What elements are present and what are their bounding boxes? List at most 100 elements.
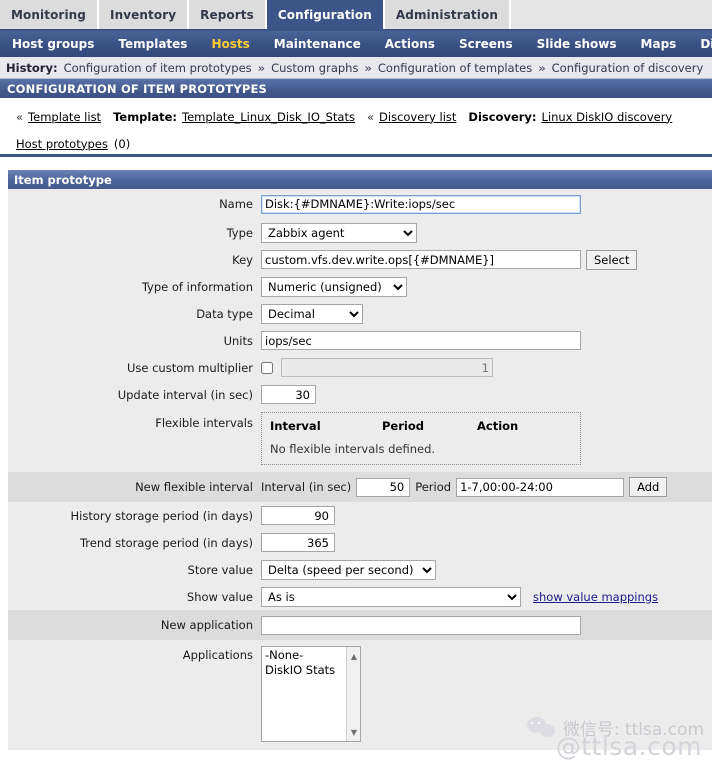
- scroll-down-arrow-icon[interactable]: ▼: [347, 725, 360, 739]
- form-row-flexible-intervals: Flexible intervals Interval Period Actio…: [8, 408, 712, 472]
- secondary-navigation: Host groups Templates Hosts Maintenance …: [0, 31, 712, 57]
- applications-label: Applications: [182, 648, 253, 662]
- history-separator: »: [257, 60, 266, 75]
- form-row-show-value: Show value As is show value mappings: [8, 583, 712, 610]
- flexible-intervals-header: Interval Period Action: [270, 419, 572, 433]
- subnav-item-screens[interactable]: Screens: [447, 37, 525, 51]
- update-interval-label: Update interval (in sec): [117, 387, 253, 402]
- form-row-new-application: New application: [8, 610, 712, 640]
- breadcrumb: History: Configuration of item prototype…: [0, 57, 712, 79]
- applications-option-diskio-stats[interactable]: DiskIO Stats: [265, 663, 335, 677]
- subnav-item-discovery[interactable]: Discove: [688, 37, 712, 51]
- form-row-update-interval: Update interval (in sec): [8, 381, 712, 408]
- topnav-item-administration[interactable]: Administration: [384, 0, 511, 29]
- new-application-label: New application: [160, 618, 253, 632]
- host-prototypes-count: (0): [113, 136, 131, 151]
- type-of-information-select[interactable]: Numeric (unsigned): [261, 276, 407, 297]
- store-value-select[interactable]: Delta (speed per second): [261, 559, 436, 580]
- flexible-intervals-col-period: Period: [382, 419, 424, 433]
- store-value-label: Store value: [187, 562, 253, 577]
- show-value-select[interactable]: As is: [261, 586, 521, 607]
- custom-multiplier-label: Use custom multiplier: [126, 360, 253, 375]
- type-select[interactable]: Zabbix agent: [261, 222, 417, 243]
- update-interval-input[interactable]: [261, 385, 316, 404]
- topnav-item-configuration[interactable]: Configuration: [266, 0, 385, 29]
- flexible-intervals-empty-text: No flexible intervals defined.: [270, 442, 436, 456]
- form-row-applications: Applications -None- DiskIO Stats ▲ ▼: [8, 640, 712, 750]
- flexible-intervals-label: Flexible intervals: [155, 416, 253, 430]
- key-input[interactable]: [261, 250, 581, 269]
- history-separator: »: [364, 60, 372, 75]
- history-crumb-templates[interactable]: Configuration of templates: [378, 61, 532, 75]
- form-row-name: Name: [8, 189, 712, 219]
- history-storage-input[interactable]: [261, 506, 335, 525]
- discovery-label: Discovery:: [468, 109, 537, 124]
- template-name-link[interactable]: Template_Linux_Disk_IO_Stats: [182, 110, 355, 124]
- flexible-intervals-col-interval: Interval: [270, 419, 321, 433]
- data-type-select[interactable]: Decimal: [261, 303, 363, 324]
- custom-multiplier-checkbox[interactable]: [261, 361, 273, 374]
- topnav-item-monitoring[interactable]: Monitoring: [0, 0, 99, 29]
- item-prototype-panel-title: Item prototype: [8, 170, 712, 189]
- show-value-mappings-link[interactable]: show value mappings: [533, 590, 658, 604]
- subnav-item-templates[interactable]: Templates: [106, 37, 199, 51]
- discovery-name-link[interactable]: Linux DiskIO discovery: [542, 110, 673, 124]
- name-input[interactable]: [261, 194, 581, 214]
- form-row-history-storage: History storage period (in days): [8, 502, 712, 529]
- trend-storage-label: Trend storage period (in days): [79, 535, 253, 550]
- host-prototypes-link[interactable]: Host prototypes: [16, 137, 108, 151]
- template-context-row-1: « Template list Template: Template_Linux…: [0, 103, 712, 130]
- subnav-item-actions[interactable]: Actions: [373, 37, 447, 51]
- type-label: Type: [226, 225, 253, 240]
- discovery-list-link[interactable]: Discovery list: [379, 110, 456, 124]
- zabbix-page: Monitoring Inventory Reports Configurati…: [0, 0, 712, 767]
- history-label: History:: [6, 60, 58, 75]
- form-row-store-value: Store value Delta (speed per second): [8, 556, 712, 583]
- history-crumb-custom-graphs[interactable]: Custom graphs: [271, 61, 358, 75]
- custom-multiplier-input: [281, 358, 493, 377]
- template-list-chevron-icon: «: [16, 109, 24, 124]
- item-prototype-panel: Item prototype Name Type Zabbix agent: [8, 170, 712, 750]
- new-flexible-interval-period-label: Period: [415, 480, 452, 494]
- trend-storage-input[interactable]: [261, 533, 335, 552]
- history-crumb-item-prototypes[interactable]: Configuration of item prototypes: [64, 61, 252, 75]
- subnav-item-maintenance[interactable]: Maintenance: [262, 37, 373, 51]
- template-list-link[interactable]: Template list: [28, 110, 101, 124]
- form-row-data-type: Data type Decimal: [8, 300, 712, 327]
- subnav-item-slide-shows[interactable]: Slide shows: [525, 37, 629, 51]
- history-crumb-discovery[interactable]: Configuration of discovery: [552, 61, 704, 75]
- name-label: Name: [219, 197, 253, 211]
- new-flexible-interval-add-button[interactable]: Add: [629, 477, 668, 497]
- history-storage-label: History storage period (in days): [70, 508, 253, 523]
- key-label: Key: [232, 252, 253, 267]
- topnav-item-inventory[interactable]: Inventory: [99, 0, 190, 29]
- new-flexible-interval-period-input[interactable]: [456, 477, 625, 497]
- subnav-item-host-groups[interactable]: Host groups: [0, 37, 106, 51]
- flexible-intervals-col-action: Action: [477, 419, 519, 433]
- subnav-item-maps[interactable]: Maps: [629, 37, 689, 51]
- form-row-type: Type Zabbix agent: [8, 219, 712, 246]
- discovery-list-chevron-icon: «: [366, 109, 375, 124]
- key-select-button[interactable]: Select: [586, 249, 638, 270]
- units-input[interactable]: [261, 331, 581, 350]
- new-application-input[interactable]: [261, 615, 581, 635]
- form-row-type-of-information: Type of information Numeric (unsigned): [8, 273, 712, 300]
- topnav-item-reports[interactable]: Reports: [189, 0, 267, 29]
- form-row-key: Key Select: [8, 246, 712, 273]
- page-title: CONFIGURATION OF ITEM PROTOTYPES: [0, 79, 712, 100]
- type-of-information-label: Type of information: [141, 279, 253, 294]
- template-context-bar: « Template list Template: Template_Linux…: [0, 103, 712, 157]
- form-row-trend-storage: Trend storage period (in days): [8, 529, 712, 556]
- item-prototype-form: Name Type Zabbix agent Key Se: [8, 189, 712, 750]
- history-separator: »: [538, 60, 546, 75]
- scroll-up-arrow-icon[interactable]: ▲: [347, 649, 360, 663]
- form-row-new-flexible-interval: New flexible interval Interval (in sec) …: [8, 472, 712, 502]
- flexible-intervals-table: Interval Period Action No flexible inter…: [261, 412, 581, 465]
- applications-scrollbar[interactable]: ▲ ▼: [346, 647, 360, 741]
- subnav-item-hosts[interactable]: Hosts: [199, 37, 261, 51]
- new-flexible-interval-interval-label: Interval (in sec): [261, 480, 352, 494]
- new-flexible-interval-interval-input[interactable]: [356, 477, 411, 497]
- applications-listbox[interactable]: -None- DiskIO Stats ▲ ▼: [261, 646, 361, 742]
- template-label: Template:: [113, 109, 178, 124]
- new-flexible-interval-label: New flexible interval: [135, 480, 253, 494]
